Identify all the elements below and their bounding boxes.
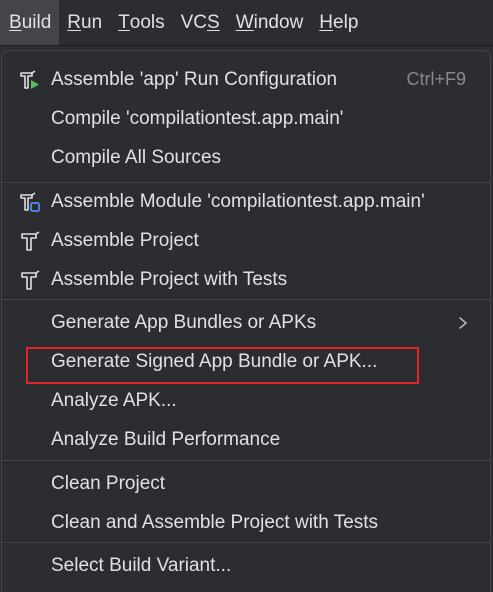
menu-item-compile-module[interactable]: Compile 'compilationtest.app.main' bbox=[2, 99, 490, 138]
menu-item-assemble-app-run-config[interactable]: Assemble 'app' Run Configuration Ctrl+F9 bbox=[2, 60, 490, 99]
menu-item-assemble-project[interactable]: Assemble Project bbox=[2, 221, 490, 260]
menu-item-clean-project[interactable]: Clean Project bbox=[2, 464, 490, 503]
menu-run-mnemonic: R bbox=[67, 11, 81, 33]
hammer-icon bbox=[18, 268, 42, 292]
menu-item-label: Clean and Assemble Project with Tests bbox=[51, 511, 379, 533]
chevron-right-icon bbox=[459, 316, 467, 329]
menu-run[interactable]: Run bbox=[59, 0, 110, 45]
menu-item-analyze-apk[interactable]: Analyze APK... bbox=[2, 381, 490, 420]
menu-item-generate-bundles-apks[interactable]: Generate App Bundles or APKs bbox=[2, 303, 490, 342]
menu-separator bbox=[2, 460, 490, 461]
menu-bar: Build Run Tools VC S Window Help bbox=[0, 0, 493, 46]
menu-tools-mnemonic: T bbox=[118, 11, 130, 33]
menu-item-label: Select Build Variant... bbox=[51, 554, 232, 576]
hammer-icon bbox=[18, 229, 42, 253]
menu-item-analyze-build-performance[interactable]: Analyze Build Performance bbox=[2, 420, 490, 459]
menu-item-label: Generate App Bundles or APKs bbox=[51, 311, 317, 333]
menu-vcs-pre: VC bbox=[180, 11, 208, 33]
menu-item-label: Generate Signed App Bundle or APK... bbox=[51, 350, 378, 372]
menu-run-rest: un bbox=[81, 11, 103, 33]
menu-window[interactable]: Window bbox=[228, 0, 312, 45]
menu-item-label: Assemble Module 'compilationtest.app.mai… bbox=[51, 190, 425, 212]
menu-item-label: Assemble 'app' Run Configuration bbox=[51, 68, 338, 90]
menu-separator bbox=[2, 299, 490, 300]
menu-build-rest: uild bbox=[21, 11, 52, 33]
menu-item-assemble-module[interactable]: Assemble Module 'compilationtest.app.mai… bbox=[2, 182, 490, 221]
build-dropdown-menu: Assemble 'app' Run Configuration Ctrl+F9… bbox=[1, 50, 491, 592]
menu-tools-rest: ools bbox=[129, 11, 165, 33]
hammer-module-icon bbox=[18, 190, 42, 214]
menu-item-compile-all-sources[interactable]: Compile All Sources bbox=[2, 138, 490, 177]
menu-window-mnemonic: W bbox=[235, 11, 254, 33]
menu-item-label: Compile All Sources bbox=[51, 146, 222, 168]
menu-item-label: Clean Project bbox=[51, 472, 166, 494]
menu-tools[interactable]: Tools bbox=[110, 0, 172, 45]
menu-item-label: Compile 'compilationtest.app.main' bbox=[51, 107, 344, 129]
menu-window-rest: indow bbox=[253, 11, 304, 33]
menu-vcs[interactable]: VC S bbox=[173, 0, 228, 45]
menu-item-select-build-variant[interactable]: Select Build Variant... bbox=[2, 546, 490, 585]
menu-help-rest: elp bbox=[333, 11, 359, 33]
menu-vcs-mnemonic: S bbox=[207, 11, 220, 33]
menu-item-label: Assemble Project with Tests bbox=[51, 268, 288, 290]
menu-item-label: Analyze Build Performance bbox=[51, 428, 281, 450]
menu-item-generate-signed-bundle-apk[interactable]: Generate Signed App Bundle or APK... bbox=[2, 342, 490, 381]
menu-separator bbox=[2, 542, 490, 543]
menu-help[interactable]: Help bbox=[311, 0, 366, 45]
menu-item-clean-assemble-tests[interactable]: Clean and Assemble Project with Tests bbox=[2, 503, 490, 542]
shortcut-text: Ctrl+F9 bbox=[406, 69, 466, 89]
menu-item-label: Analyze APK... bbox=[51, 389, 177, 411]
menu-build-mnemonic: B bbox=[9, 11, 22, 33]
menu-help-mnemonic: H bbox=[319, 11, 334, 33]
hammer-run-icon bbox=[18, 68, 42, 92]
menu-item-label: Assemble Project bbox=[51, 229, 199, 251]
menu-item-assemble-project-tests[interactable]: Assemble Project with Tests bbox=[2, 260, 490, 299]
menu-build[interactable]: Build bbox=[0, 0, 60, 45]
